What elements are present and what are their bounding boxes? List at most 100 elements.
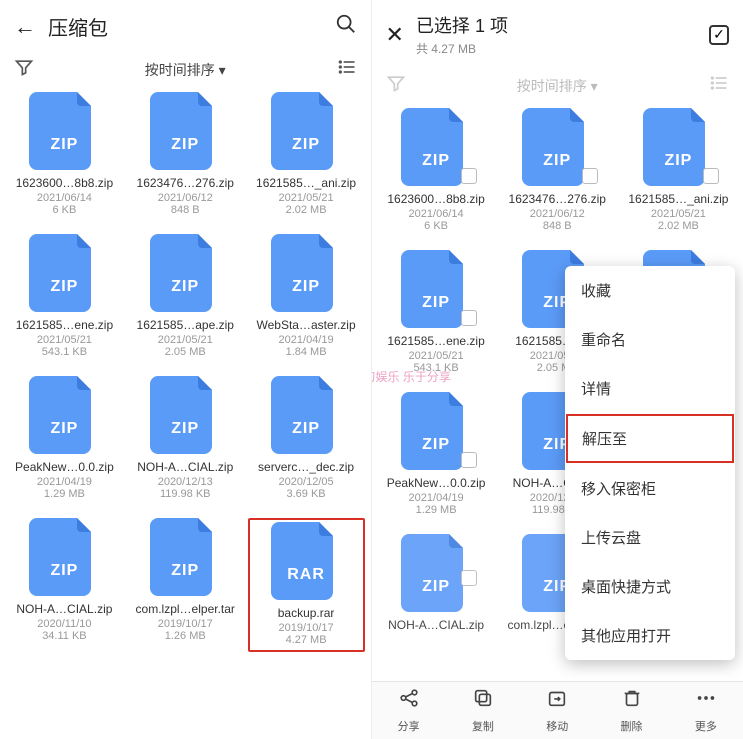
archive-icon: ZIP [29,92,99,170]
archive-icon: ZIP [271,92,341,170]
file-item[interactable]: ZIP1621585…_ani.zip2021/05/212.02 MB [620,108,737,232]
header: ← 压缩包 [0,0,371,49]
menu-item[interactable]: 桌面快捷方式 [565,562,735,611]
file-item[interactable]: ZIP1621585…_ani.zip2021/05/212.02 MB [248,92,365,216]
file-item[interactable]: ZIP 1621585…ene.zip 2021/05/21543.1 KB [378,250,495,374]
view-toggle-icon [709,73,729,98]
file-size: 4.27 MB [286,634,327,646]
file-date: 2021/05/21 [158,334,213,346]
file-size: 2.02 MB [286,204,327,216]
menu-item[interactable]: 解压至 [566,414,734,463]
archive-icon: ZIP [271,234,341,312]
file-date: 2021/04/19 [279,334,334,346]
file-item[interactable]: ZIPPeakNew…0.0.zip2021/04/191.29 MB [6,376,123,500]
select-checkbox[interactable] [461,168,477,184]
filter-icon[interactable] [14,57,34,82]
action-move[interactable]: 移动 [546,687,568,734]
file-item[interactable]: ZIPcom.lzpl…elper.tar2019/10/171.26 MB [127,518,244,652]
close-icon[interactable]: ✕ [386,22,404,48]
file-date: 2021/06/12 [158,192,213,204]
file-name: PeakNew…0.0.zip [15,460,114,474]
file-item[interactable]: ZIP1623600…8b8.zip2021/06/146 KB [378,108,495,232]
file-item[interactable]: ZIPPeakNew…0.0.zip2021/04/191.29 MB [378,392,495,516]
file-grid: ZIP 1623600…8b8.zip 2021/06/146 KB ZIP 16234… [0,92,371,652]
action-more[interactable]: 更多 [695,687,717,734]
menu-item[interactable]: 上传云盘 [565,513,735,562]
menu-item[interactable]: 收藏 [565,266,735,315]
file-ext-label: ZIP [29,562,99,580]
file-name: 1623476…276.zip [137,176,234,190]
file-item[interactable]: ZIP1621585…ene.zip2021/05/21543.1 KB [6,234,123,358]
file-name: 1623600…8b8.zip [16,176,113,190]
file-name: NOH-A…CIAL.zip [137,460,233,474]
file-date: 2021/04/19 [409,492,464,504]
menu-item[interactable]: 详情 [565,364,735,413]
select-checkbox[interactable] [703,168,719,184]
file-item[interactable]: RARbackup.rar2019/10/174.27 MB [248,518,365,652]
file-item[interactable]: ZIPNOH-A…CIAL.zip2020/11/1034.11 KB [6,518,123,652]
copy-icon [472,687,494,715]
select-checkbox[interactable] [461,452,477,468]
action-label: 删除 [621,718,643,734]
archive-icon: ZIP [150,92,220,170]
action-trash[interactable]: 删除 [621,687,643,734]
file-ext-label: ZIP [401,294,471,312]
file-date: 2021/04/19 [37,476,92,488]
file-name: 1621585…ape.zip [137,318,234,332]
select-all-icon[interactable]: ✓ [709,25,729,45]
file-name: 1623476…276.zip [509,192,606,206]
file-size: 543.1 KB [413,362,458,374]
file-item[interactable]: ZIP1621585…ape.zip2021/05/212.05 MB [127,234,244,358]
select-checkbox[interactable] [461,570,477,586]
bottom-action-bar: 分享 复制移动 删除 更多 [372,681,743,739]
toolbar: 按时间排序 ▾ [372,65,743,108]
file-size: 2.02 MB [658,220,699,232]
file-date: 2021/06/14 [37,192,92,204]
file-item[interactable]: ZIPNOH-A…CIAL.zip [378,534,495,634]
file-ext-label: ZIP [271,278,341,296]
file-ext-label: ZIP [401,436,471,454]
menu-item[interactable]: 重命名 [565,315,735,364]
action-share[interactable]: 分享 [398,687,420,734]
file-size: 6 KB [424,220,448,232]
file-item[interactable]: ZIPNOH-A…CIAL.zip2020/12/13119.98 KB [127,376,244,500]
menu-item[interactable]: 其他应用打开 [565,611,735,660]
file-item[interactable]: ZIP1623476…276.zip2021/06/12848 B [127,92,244,216]
file-size: 543.1 KB [42,346,87,358]
action-label: 移动 [546,718,568,734]
file-size: 3.69 KB [287,488,326,500]
archive-icon: ZIP [150,518,220,596]
file-ext-label: ZIP [522,152,592,170]
search-icon[interactable] [335,13,357,41]
file-size: 6 KB [52,204,76,216]
file-date: 2021/06/12 [530,208,585,220]
select-checkbox[interactable] [582,168,598,184]
file-size: 1.26 MB [165,630,206,642]
file-name: 1621585…_ani.zip [628,192,728,206]
file-size: 34.11 KB [42,630,86,642]
menu-item[interactable]: 移入保密柜 [565,464,735,513]
file-date: 2021/05/21 [409,350,464,362]
sort-dropdown[interactable]: 按时间排序 ▾ [145,60,226,80]
file-item[interactable]: ZIP 1623600…8b8.zip 2021/06/146 KB [6,92,123,216]
file-name: WebSta…aster.zip [256,318,355,332]
file-name: 1621585…ene.zip [387,334,484,348]
file-name: backup.rar [278,606,335,620]
file-name: serverc…_dec.zip [258,460,354,474]
file-ext-label: ZIP [271,136,341,154]
file-item[interactable]: ZIPWebSta…aster.zip2021/04/191.84 MB [248,234,365,358]
back-icon[interactable]: ← [14,14,36,40]
file-name: 1621585…ene.zip [16,318,113,332]
file-name: PeakNew…0.0.zip [387,476,486,490]
action-copy[interactable]: 复制 [472,687,494,734]
file-date: 2020/11/10 [37,618,91,630]
archive-icon: ZIP [29,518,99,596]
select-checkbox[interactable] [461,310,477,326]
file-item[interactable]: ZIP1623476…276.zip2021/06/12848 B [499,108,616,232]
file-date: 2020/12/05 [279,476,334,488]
view-toggle-icon[interactable] [337,57,357,82]
file-date: 2019/10/17 [279,622,334,634]
file-ext-label: ZIP [29,278,99,296]
file-ext-label: ZIP [150,420,220,438]
file-item[interactable]: ZIPserverc…_dec.zip2020/12/053.69 KB [248,376,365,500]
